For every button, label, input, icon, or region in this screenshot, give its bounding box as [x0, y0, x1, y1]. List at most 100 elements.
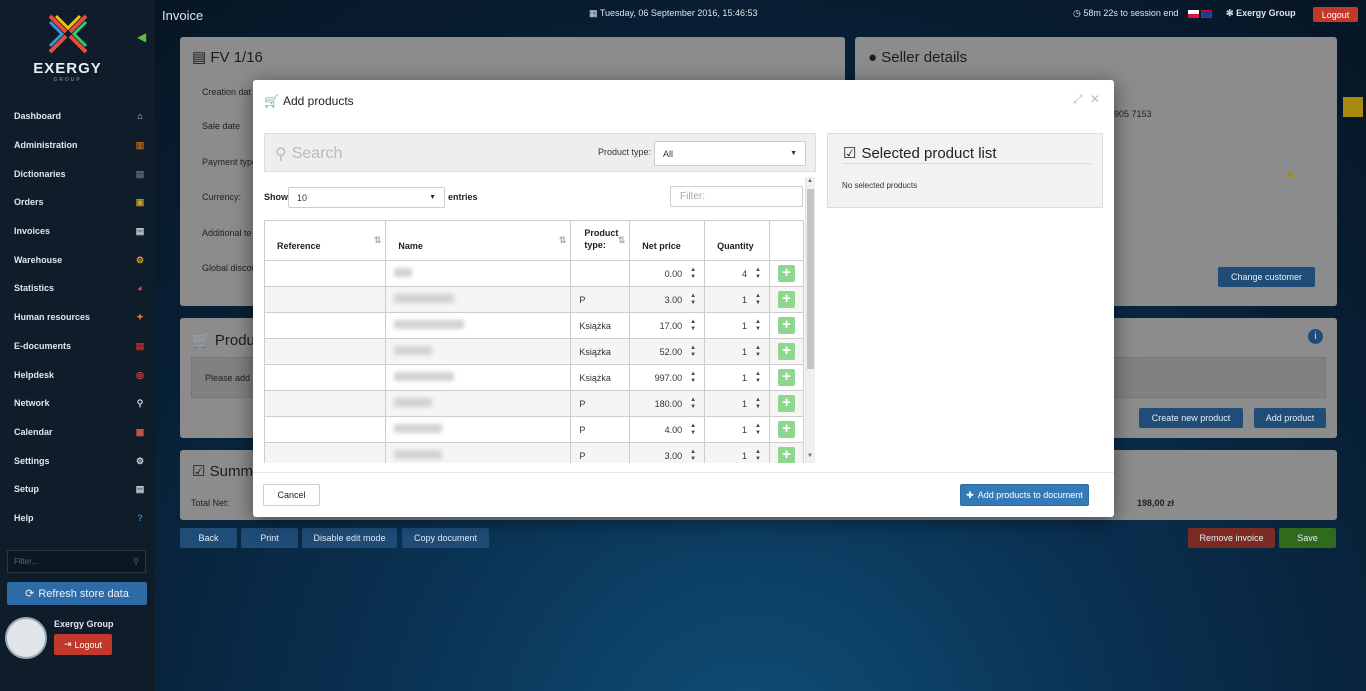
- pdf-icon: ▤: [135, 340, 145, 351]
- refresh-store-button[interactable]: ⟳ Refresh store data: [7, 582, 147, 605]
- cell-net-price[interactable]: 3.00 ▲ ▼: [629, 442, 706, 463]
- add-row-plus-icon[interactable]: +: [777, 369, 795, 386]
- column-header-net-price[interactable]: Net price: [629, 220, 706, 261]
- sidebar-item-label: Calendar: [14, 426, 53, 437]
- price-spinner-icon[interactable]: ▲ ▼: [690, 449, 696, 463]
- quantity-spinner-icon[interactable]: ▲ ▼: [755, 371, 761, 385]
- sidebar-item-network[interactable]: Network ⚲: [0, 389, 155, 418]
- avatar[interactable]: [5, 617, 47, 659]
- sidebar-item-dictionaries[interactable]: Dictionaries ▤: [0, 159, 155, 188]
- refresh-store-label: Refresh store data: [38, 587, 129, 600]
- add-products-to-document-button[interactable]: ✚ Add products to document: [960, 484, 1089, 506]
- redacted-name: [394, 450, 443, 459]
- cell-net-price[interactable]: 997.00 ▲ ▼: [629, 364, 706, 391]
- table-filter-input[interactable]: Filter:: [670, 186, 803, 207]
- column-header-product-type[interactable]: Product type: ⇅: [570, 220, 631, 261]
- cell-net-price[interactable]: 0.00 ▲ ▼: [629, 260, 706, 287]
- company-name[interactable]: ✻ Exergy Group: [1226, 8, 1296, 19]
- scrollbar-thumb[interactable]: [807, 189, 814, 369]
- search-input[interactable]: ⚲ Search: [275, 144, 342, 164]
- quantity-spinner-icon[interactable]: ▲ ▼: [755, 449, 761, 463]
- cancel-button[interactable]: Cancel: [263, 484, 320, 506]
- quantity-spinner-icon[interactable]: ▲ ▼: [755, 293, 761, 307]
- modal-title-text: Add products: [282, 94, 354, 108]
- selected-product-panel: ☑ Selected product list No selected prod…: [827, 133, 1103, 208]
- sidebar-item-label: Invoices: [14, 226, 51, 237]
- quantity-value: 1: [742, 294, 748, 305]
- cell-quantity[interactable]: 1 ▲ ▼: [704, 364, 770, 391]
- add-row-plus-icon[interactable]: +: [777, 265, 795, 282]
- add-row-plus-icon[interactable]: +: [777, 317, 795, 334]
- cell-quantity[interactable]: 1 ▲ ▼: [704, 390, 770, 417]
- cell-net-price[interactable]: 17.00 ▲ ▼: [629, 312, 706, 339]
- price-spinner-icon[interactable]: ▲ ▼: [690, 345, 696, 359]
- price-spinner-icon[interactable]: ▲ ▼: [690, 319, 696, 333]
- product-type-select[interactable]: All ▼: [654, 141, 806, 166]
- sidebar-item-warehouse[interactable]: Warehouse ⚙: [0, 245, 155, 274]
- sidebar-filter-input[interactable]: Filter... ⚲: [7, 550, 146, 573]
- quantity-value: 1: [742, 346, 748, 357]
- cell-quantity[interactable]: 1 ▲ ▼: [704, 442, 770, 463]
- quantity-spinner-icon[interactable]: ▲ ▼: [755, 423, 761, 437]
- expand-icon[interactable]: ⤢: [1073, 92, 1083, 107]
- sidebar-item-invoices[interactable]: Invoices ▤: [0, 217, 155, 246]
- forklift-icon: ⚙: [135, 254, 145, 265]
- sidebar-item-setup[interactable]: Setup ▤: [0, 475, 155, 504]
- quantity-spinner-icon[interactable]: ▲ ▼: [755, 345, 761, 359]
- top-logout-button[interactable]: Logout: [1313, 7, 1358, 22]
- sidebar-item-e-documents[interactable]: E-documents ▤: [0, 332, 155, 361]
- scroll-up-icon[interactable]: ▲: [807, 178, 813, 184]
- price-spinner-icon[interactable]: ▲ ▼: [690, 371, 696, 385]
- cell-net-price[interactable]: 3.00 ▲ ▼: [629, 286, 706, 313]
- quantity-value: 1: [742, 320, 748, 331]
- add-products-modal: 🛒 Add products ⤢ ✕ ⚲ Search Product type…: [253, 80, 1114, 517]
- sidebar-item-helpdesk[interactable]: Helpdesk ◎: [0, 360, 155, 389]
- add-row-plus-icon[interactable]: +: [777, 447, 795, 463]
- english-flag-icon[interactable]: [1201, 10, 1212, 18]
- cell-quantity[interactable]: 4 ▲ ▼: [704, 260, 770, 287]
- close-icon[interactable]: ✕: [1090, 92, 1100, 106]
- sidebar-item-help[interactable]: Help?: [0, 504, 155, 533]
- polish-flag-icon[interactable]: [1188, 10, 1199, 18]
- person-icon: ✦: [136, 312, 144, 323]
- cell-product-type: Książka: [570, 364, 631, 391]
- add-row-plus-icon[interactable]: +: [777, 395, 795, 412]
- cell-name: [385, 416, 572, 443]
- cell-net-price[interactable]: 52.00 ▲ ▼: [629, 338, 706, 365]
- quantity-spinner-icon[interactable]: ▲ ▼: [755, 319, 761, 333]
- sidebar-logout-button[interactable]: ⇥ Logout: [54, 634, 112, 655]
- sidebar-item-dashboard[interactable]: Dashboard ⌂: [0, 102, 155, 131]
- price-spinner-icon[interactable]: ▲ ▼: [690, 267, 696, 281]
- quantity-spinner-icon[interactable]: ▲ ▼: [755, 267, 761, 281]
- column-header-reference[interactable]: Reference ⇅: [264, 220, 387, 261]
- cell-quantity[interactable]: 1 ▲ ▼: [704, 416, 770, 443]
- sidebar-item-calendar[interactable]: Calendar ▦: [0, 418, 155, 447]
- column-header-quantity[interactable]: Quantity: [704, 220, 770, 261]
- add-row-plus-icon[interactable]: +: [777, 343, 795, 360]
- table-scrollbar[interactable]: ▲ ▼: [805, 177, 815, 463]
- sidebar-item-orders[interactable]: Orders ▣: [0, 188, 155, 217]
- cell-net-price[interactable]: 4.00 ▲ ▼: [629, 416, 706, 443]
- add-products-to-document-label: Add products to document: [977, 490, 1083, 500]
- add-row-plus-icon[interactable]: +: [777, 421, 795, 438]
- sidebar-item-settings[interactable]: Settings ⚙: [0, 446, 155, 475]
- cell-quantity[interactable]: 1 ▲ ▼: [704, 338, 770, 365]
- sidebar-item-human-resources[interactable]: Human resources ✦: [0, 303, 155, 332]
- entries-value: 10: [297, 192, 308, 203]
- price-spinner-icon[interactable]: ▲ ▼: [690, 293, 696, 307]
- datetime: ▦ Tuesday, 06 September 2016, 15:46:53: [589, 8, 757, 19]
- cell-quantity[interactable]: 1 ▲ ▼: [704, 312, 770, 339]
- cell-net-price[interactable]: 180.00 ▲ ▼: [629, 390, 706, 417]
- price-spinner-icon[interactable]: ▲ ▼: [690, 397, 696, 411]
- price-spinner-icon[interactable]: ▲ ▼: [690, 423, 696, 437]
- entries-select[interactable]: 10 ▼: [288, 187, 445, 208]
- sidebar-item-administration[interactable]: Administration ▥: [0, 131, 155, 160]
- scroll-down-icon[interactable]: ▼: [807, 453, 813, 459]
- add-row-plus-icon[interactable]: +: [777, 291, 795, 308]
- collapse-arrow-icon[interactable]: ◀: [137, 30, 146, 44]
- sidebar-item-statistics[interactable]: Statistics ◕: [0, 274, 155, 303]
- cell-quantity[interactable]: 1 ▲ ▼: [704, 286, 770, 313]
- cell-add: +: [768, 416, 805, 443]
- quantity-spinner-icon[interactable]: ▲ ▼: [755, 397, 761, 411]
- column-header-name[interactable]: Name ⇅: [385, 220, 572, 261]
